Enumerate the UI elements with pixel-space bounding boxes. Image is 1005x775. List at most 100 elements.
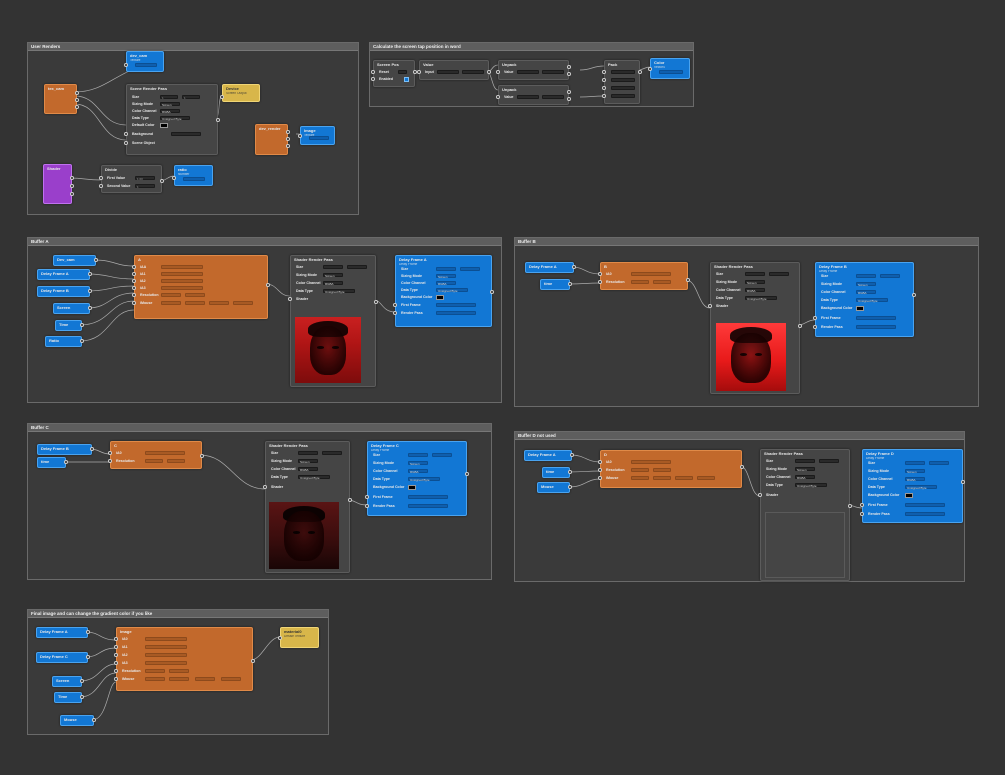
node-mouse-ref[interactable]: Mouse (537, 482, 572, 493)
node-value[interactable]: Value Input (417, 60, 491, 80)
output-port[interactable] (286, 137, 290, 141)
output-port[interactable] (568, 282, 572, 286)
node-image-texture[interactable]: Image Texture (298, 126, 335, 145)
node-shader-render-pass-a[interactable]: Shader Render Pass Size Sizing Mode Scree… (288, 255, 378, 387)
input-port[interactable] (114, 661, 118, 665)
input-port[interactable] (278, 636, 282, 640)
data-type-select[interactable]: Unsigned Byte (298, 475, 330, 480)
vector-field[interactable] (145, 459, 163, 463)
input-port[interactable] (602, 70, 606, 74)
output-port[interactable] (848, 504, 852, 508)
node-delay-frame-d[interactable]: Delay Frame D Delay Frame Size Sizing Mo… (860, 449, 965, 523)
texture-field[interactable] (145, 645, 187, 649)
input-port[interactable] (417, 70, 421, 74)
node-delay-frame-b-ref[interactable]: Delay Frame B (37, 286, 92, 297)
input-port[interactable] (371, 70, 375, 74)
sizing-mode-select[interactable]: Screen (795, 467, 815, 472)
output-port[interactable] (90, 447, 94, 451)
texture-field[interactable] (631, 460, 671, 464)
output-port[interactable] (567, 65, 571, 69)
node-delay-frame-a-ref[interactable]: Delay Frame A (525, 262, 576, 273)
output-port[interactable] (80, 679, 84, 683)
size-x-field[interactable] (408, 453, 428, 457)
first-frame-field[interactable] (905, 503, 945, 507)
color-channel-select[interactable]: RGBA (298, 467, 318, 472)
input-y-field[interactable] (462, 70, 484, 74)
size-y-field[interactable] (460, 267, 480, 271)
output-port[interactable] (86, 655, 90, 659)
data-type-select[interactable]: Unsigned Byte (436, 288, 468, 293)
size-y-field[interactable] (929, 461, 949, 465)
node-patch-image[interactable]: Image iA0 iA1 iA2 iA3 Resolution iMouse (114, 627, 255, 691)
texture-field[interactable] (161, 265, 203, 269)
z-field[interactable] (611, 86, 635, 90)
input-port[interactable] (132, 293, 136, 297)
background-field[interactable] (171, 132, 201, 136)
input-port[interactable] (860, 503, 864, 507)
output-port[interactable] (572, 265, 576, 269)
vector-field[interactable] (653, 468, 671, 472)
output-port[interactable] (568, 485, 572, 489)
color-channel-select[interactable]: RGBA (905, 477, 925, 482)
render-pass-field[interactable] (436, 311, 476, 315)
background-color-swatch[interactable] (436, 295, 444, 300)
node-delay-frame-c-ref[interactable]: Delay Frame C (36, 652, 90, 663)
output-port[interactable] (567, 97, 571, 101)
size-x-field[interactable]: 1 (160, 95, 178, 100)
node-time-ref[interactable]: time (37, 457, 68, 468)
node-shader-render-pass-b[interactable]: Shader Render Pass Size Sizing Mode Scree… (708, 262, 802, 394)
input-port[interactable] (132, 301, 136, 305)
output-port[interactable] (374, 300, 378, 304)
color-channel-select[interactable]: RGBA (408, 469, 428, 474)
output-port[interactable] (798, 324, 802, 328)
input-port[interactable] (496, 70, 500, 74)
output-port[interactable] (160, 179, 164, 183)
vector-field[interactable] (161, 293, 181, 297)
data-type-select[interactable]: Unsigned Byte (160, 116, 190, 121)
data-type-select[interactable]: Unsigned Byte (905, 485, 937, 490)
output-port[interactable] (80, 695, 84, 699)
node-ratio[interactable]: ratio Number (172, 165, 213, 186)
render-pass-field[interactable] (408, 504, 448, 508)
output-port[interactable] (490, 290, 494, 294)
node-patch-d[interactable]: D iA0 Resolution iMouse (598, 450, 744, 488)
input-port[interactable] (602, 78, 606, 82)
input-port[interactable] (114, 645, 118, 649)
node-shader[interactable]: Shader (43, 164, 74, 204)
node-material0[interactable]: material0 Diffuse Texture (278, 627, 319, 648)
node-divide[interactable]: Divide First Value 1.00 Second Value 1 (99, 165, 164, 193)
input-port[interactable] (813, 316, 817, 320)
output-port[interactable] (70, 184, 74, 188)
size-x-field[interactable] (905, 461, 925, 465)
node-delay-frame-a[interactable]: Delay Frame A Delay Frame Size Sizing Mo… (393, 255, 494, 327)
vector-field[interactable] (653, 476, 671, 480)
output-port[interactable] (86, 630, 90, 634)
output-port[interactable] (570, 453, 574, 457)
input-port[interactable] (602, 86, 606, 90)
vector-field[interactable] (631, 476, 649, 480)
input-port[interactable] (124, 141, 128, 145)
reset-button[interactable] (398, 70, 407, 74)
input-port[interactable] (598, 476, 602, 480)
output-port[interactable] (266, 283, 270, 287)
output-port[interactable] (638, 70, 642, 74)
output-port[interactable] (251, 659, 255, 663)
texture-field[interactable] (145, 451, 185, 455)
vector-field[interactable] (195, 677, 215, 681)
input-port[interactable] (99, 184, 103, 188)
output-port[interactable] (70, 176, 74, 180)
node-pack[interactable]: Pack (602, 60, 642, 104)
size-x-field[interactable] (745, 272, 765, 276)
input-port[interactable] (132, 272, 136, 276)
enabled-checkbox[interactable] (404, 77, 409, 82)
second-value-field[interactable]: 1 (135, 184, 155, 189)
node-time-ref[interactable]: time (540, 279, 572, 290)
input-port[interactable] (132, 279, 136, 283)
vector-field[interactable] (161, 301, 181, 305)
input-x-field[interactable] (437, 70, 459, 74)
input-port[interactable] (598, 468, 602, 472)
data-type-select[interactable]: Unsigned Byte (745, 296, 777, 301)
color-channel-select[interactable]: RGBA (795, 475, 815, 480)
node-dev-cam[interactable]: dev_cam Texture (124, 51, 164, 72)
input-port[interactable] (365, 495, 369, 499)
